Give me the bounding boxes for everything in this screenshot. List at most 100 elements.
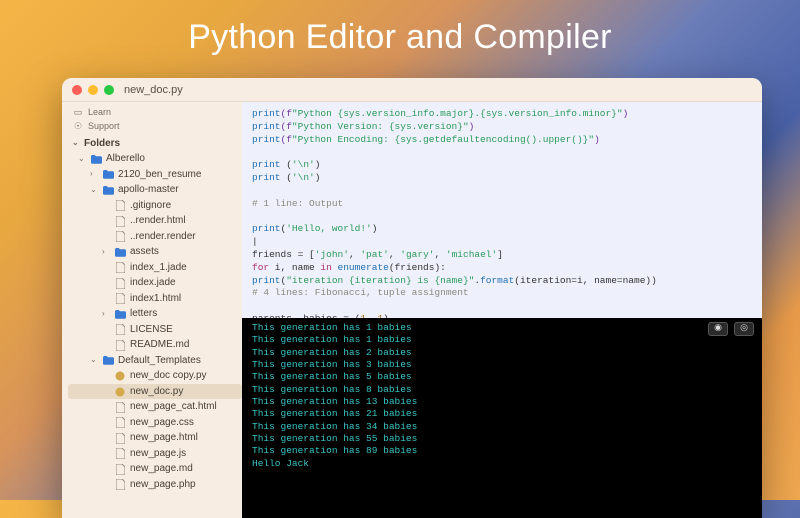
terminal-line: This generation has 1 babies [252,322,752,334]
sidebar-section-folders[interactable]: ⌄ Folders [68,136,242,152]
file-icon [114,463,126,475]
tree-item[interactable]: index1.html [68,291,242,307]
tree-item[interactable]: README.md [68,337,242,353]
tree-item-label: new_page_cat.html [130,399,217,415]
sidebar-top-learn[interactable]: ▭ Learn [68,106,242,120]
tree-item-label: ..render.html [130,213,186,229]
tree-item-label: new_page.css [130,415,194,431]
file-icon [114,277,126,289]
tree-item-label: index_1.jade [130,260,187,276]
window-controls [72,85,114,95]
tree-item[interactable]: ..render.render [68,229,242,245]
terminal-line: This generation has 5 babies [252,371,752,383]
tree-item-label: assets [130,244,159,260]
window-title: new_doc.py [124,84,183,96]
terminal-line: This generation has 8 babies [252,384,752,396]
code-editor[interactable]: print(f"Python {sys.version_info.major}.… [242,102,762,318]
file-icon [114,324,126,336]
file-icon [114,401,126,413]
file-tree: ⌄Alberello›2120_ben_resume⌄apollo-master… [68,151,242,492]
tree-item[interactable]: ..render.html [68,213,242,229]
python-icon [114,386,126,398]
code-line [252,146,752,159]
support-icon: ☉ [72,121,84,133]
tree-item[interactable]: ⌄ apollo-master [68,182,242,198]
code-line [252,211,752,224]
code-line: friends = ['john', 'pat', 'gary', 'micha… [252,249,752,262]
code-content: print(f"Python {sys.version_info.major}.… [252,108,752,318]
tree-item-label: letters [130,306,157,322]
minimize-icon[interactable] [88,85,98,95]
tree-item[interactable]: new_doc copy.py [68,368,242,384]
code-line: # 1 line: Output [252,198,752,211]
terminal-line: This generation has 1 babies [252,334,752,346]
tree-item[interactable]: new_page_cat.html [68,399,242,415]
code-line: print ('\n') [252,172,752,185]
sidebar-top-label: Learn [88,106,111,120]
tree-item-label: index.jade [130,275,176,291]
eye-icon[interactable]: ◎ [734,322,754,336]
close-icon[interactable] [72,85,82,95]
folder-icon [114,246,126,258]
terminal-line: This generation has 13 babies [252,396,752,408]
main-pane: print(f"Python {sys.version_info.major}.… [242,102,762,518]
zoom-icon[interactable] [104,85,114,95]
chevron-down-icon: ⌄ [90,184,98,196]
tree-item[interactable]: index_1.jade [68,260,242,276]
tree-item-label: new_page.php [130,477,196,493]
tree-item-label: LICENSE [130,322,173,338]
terminal-line: This generation has 2 babies [252,347,752,359]
chevron-down-icon: ⌄ [78,153,86,165]
tree-item[interactable]: ›2120_ben_resume [68,167,242,183]
code-line: print(f"Python {sys.version_info.major}.… [252,108,752,121]
tree-item[interactable]: new_page.php [68,477,242,493]
tree-item-label: new_page.js [130,446,186,462]
file-icon [114,200,126,212]
tree-item-label: apollo-master [118,182,179,198]
code-line [252,300,752,313]
tree-item-label: .gitignore [130,198,171,214]
code-line [252,185,752,198]
code-line: print("iteration {iteration} is {name}".… [252,275,752,288]
chevron-down-icon: ⌄ [72,137,80,149]
file-icon [114,215,126,227]
tree-item[interactable]: index.jade [68,275,242,291]
chevron-right-icon: › [102,308,110,320]
chevron-right-icon: › [90,168,98,180]
tree-item[interactable]: new_page.html [68,430,242,446]
tree-item[interactable]: LICENSE [68,322,242,338]
tree-item[interactable]: ›assets [68,244,242,260]
gutter [242,102,248,318]
code-line: print(f"Python Version: {sys.version}") [252,121,752,134]
tree-item[interactable]: new_page.md [68,461,242,477]
tree-item[interactable]: new_doc.py [68,384,242,400]
code-line: for i, name in enumerate(friends): [252,262,752,275]
tree-item-label: index1.html [130,291,181,307]
tree-item-label: README.md [130,337,189,353]
tree-item-label: ..render.render [130,229,196,245]
terminal-line: This generation has 34 babies [252,421,752,433]
sidebar-top-support[interactable]: ☉ Support [68,120,242,134]
file-icon [114,417,126,429]
code-line: print(f"Python Encoding: {sys.getdefault… [252,134,752,147]
tree-item[interactable]: .gitignore [68,198,242,214]
terminal-line: This generation has 3 babies [252,359,752,371]
titlebar[interactable]: new_doc.py [62,78,762,102]
terminal-line: This generation has 89 babies [252,445,752,457]
file-icon [114,432,126,444]
tree-item[interactable]: new_page.css [68,415,242,431]
tree-item[interactable]: new_page.js [68,446,242,462]
file-icon [114,479,126,491]
file-icon [114,339,126,351]
tree-item[interactable]: › letters [68,306,242,322]
terminal[interactable]: ◉ ◎ This generation has 1 babiesThis gen… [242,318,762,518]
terminal-output: This generation has 1 babiesThis generat… [252,322,752,470]
terminal-line: This generation has 55 babies [252,433,752,445]
tree-item-label: new_doc copy.py [130,368,207,384]
hero-title: Python Editor and Compiler [0,0,800,57]
camera-icon[interactable]: ◉ [708,322,728,336]
tree-item[interactable]: ⌄Default_Templates [68,353,242,369]
tree-item[interactable]: ⌄Alberello [68,151,242,167]
sidebar-top-label: Support [88,120,120,134]
folder-icon [102,184,114,196]
